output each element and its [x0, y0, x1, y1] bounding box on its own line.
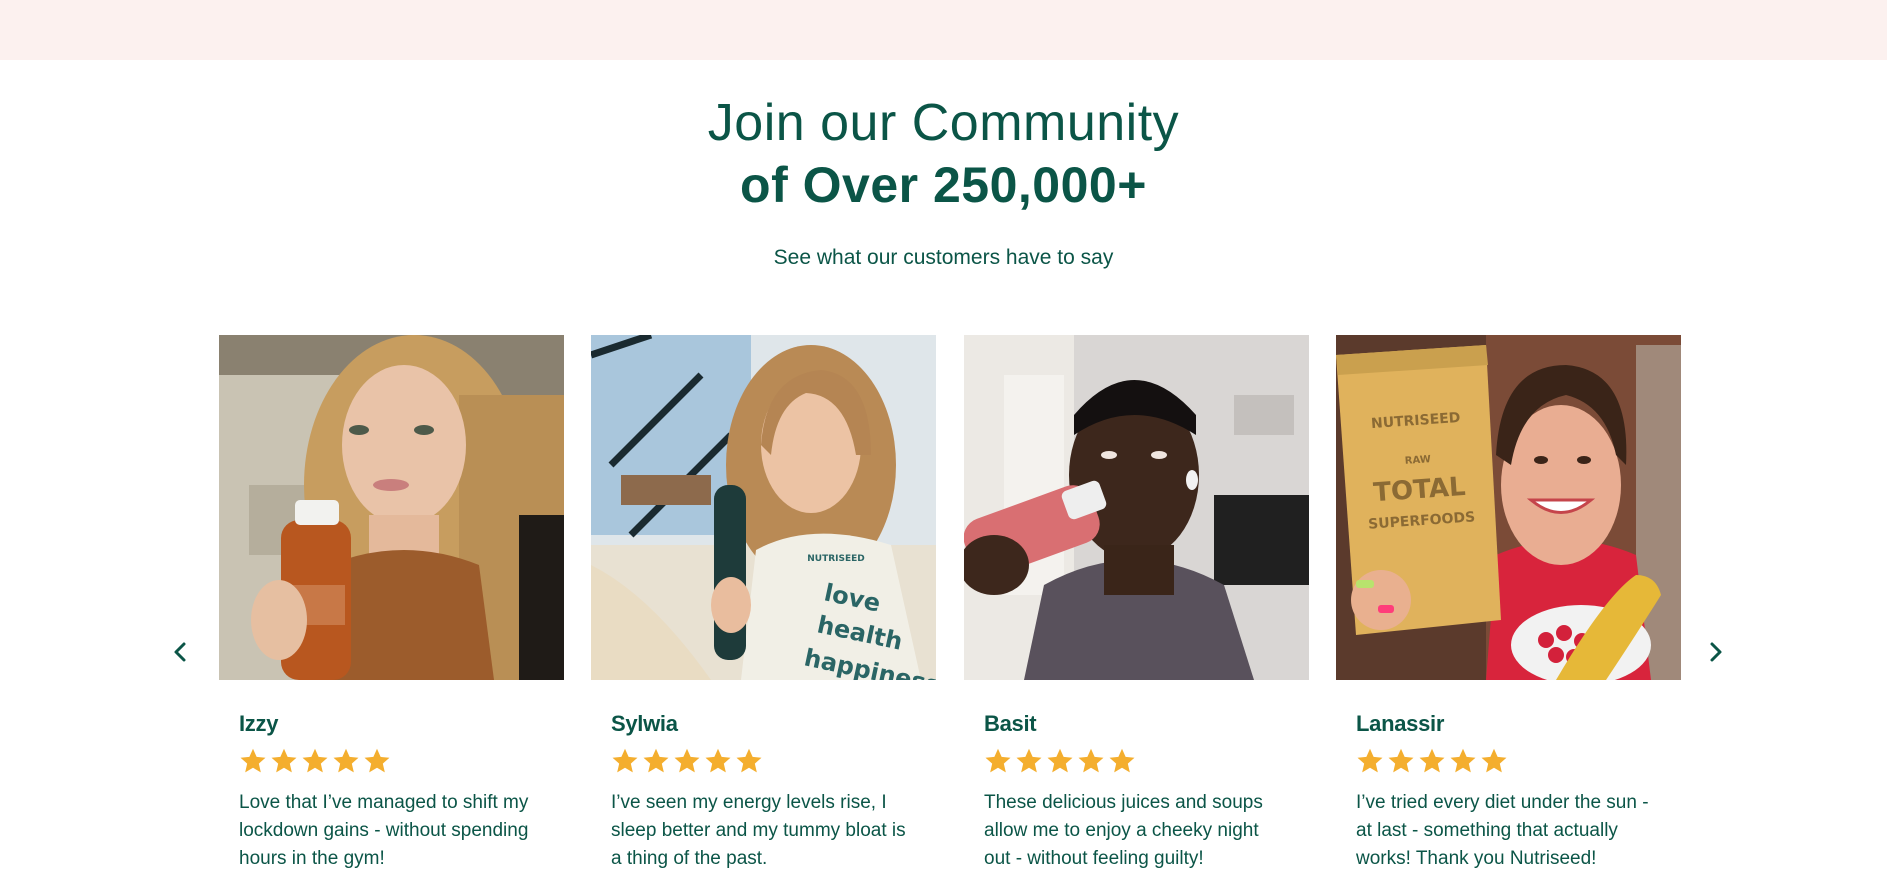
star-icon — [332, 747, 360, 775]
star-rating — [984, 747, 1309, 775]
heading-line-2: of Over 250,000+ — [740, 157, 1147, 213]
star-icon — [642, 747, 670, 775]
star-icon — [1015, 747, 1043, 775]
heading-line-1: Join our Community — [707, 94, 1180, 152]
star-icon — [1449, 747, 1477, 775]
carousel-prev-button[interactable] — [163, 634, 199, 670]
review-text: These delicious juices and soups allow m… — [984, 792, 1263, 869]
star-icon — [1108, 747, 1136, 775]
pack-text: TOTAL — [1372, 472, 1466, 508]
star-icon — [1418, 747, 1446, 775]
section-subtitle: See what our customers have to say — [773, 246, 1114, 269]
pack-text: RAW — [1404, 454, 1431, 467]
star-icon — [1356, 747, 1384, 775]
star-icon — [984, 747, 1012, 775]
carousel-next-button[interactable] — [1697, 634, 1733, 670]
star-icon — [239, 747, 267, 775]
chevron-right-icon — [1710, 642, 1722, 662]
star-rating — [1356, 747, 1681, 775]
review-card: Izzy Love that I’ve managed to shift my … — [219, 335, 564, 873]
star-icon — [704, 747, 732, 775]
review-photo: NUTRISEED love health happiness — [591, 335, 936, 680]
star-icon — [673, 747, 701, 775]
star-rating — [239, 747, 564, 775]
reviewer-name: Lanassir — [1356, 711, 1445, 736]
review-card: NUTRISEED RAW TOTAL SUPERFOODS Lanassir … — [1336, 335, 1681, 873]
review-text: I’ve seen my energy levels rise, I sleep… — [611, 792, 906, 869]
top-banner — [0, 0, 1887, 60]
star-icon — [735, 747, 763, 775]
star-icon — [611, 747, 639, 775]
star-icon — [270, 747, 298, 775]
star-icon — [1387, 747, 1415, 775]
review-text: Love that I’ve managed to shift my lockd… — [239, 792, 529, 869]
review-photo — [219, 335, 564, 680]
star-icon — [1480, 747, 1508, 775]
star-icon — [1046, 747, 1074, 775]
shirt-text: NUTRISEED — [807, 554, 865, 564]
star-icon — [301, 747, 329, 775]
review-card: NUTRISEED love health happiness Sylwia I… — [591, 335, 936, 873]
reviewer-name: Izzy — [239, 711, 279, 736]
review-photo — [964, 335, 1309, 680]
reviewer-name: Sylwia — [611, 711, 678, 736]
chevron-left-icon — [174, 642, 186, 662]
review-text: I’ve tried every diet under the sun - at… — [1356, 792, 1649, 869]
review-photo: NUTRISEED RAW TOTAL SUPERFOODS — [1336, 335, 1681, 680]
star-icon — [363, 747, 391, 775]
star-icon — [1077, 747, 1105, 775]
reviewer-name: Basit — [984, 711, 1037, 736]
review-card: Basit These delicious juices and soups a… — [964, 335, 1309, 873]
star-rating — [611, 747, 936, 775]
section-heading: Join our Community of Over 250,000+ — [0, 92, 1887, 216]
